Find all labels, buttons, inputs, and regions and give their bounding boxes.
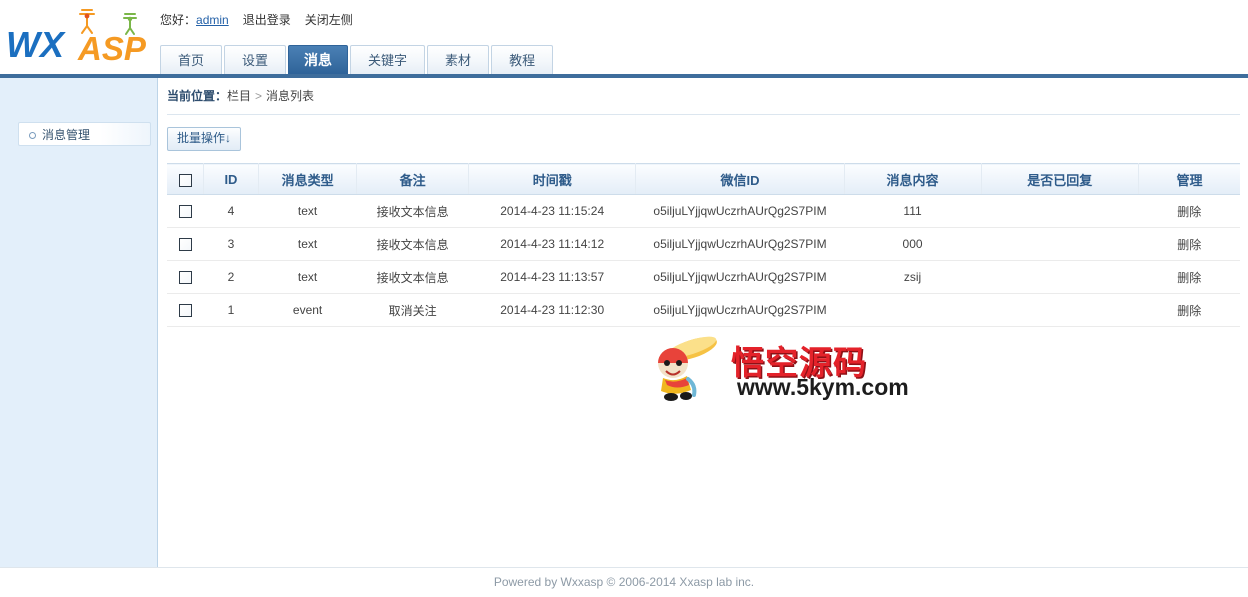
circle-bullet-icon [29, 132, 36, 140]
cell-manage: 删除 [1138, 293, 1240, 327]
sidebar-item-message-management[interactable]: 消息管理 [18, 122, 151, 146]
page-footer: Powered by Wxxasp © 2006-2014 Xxasp lab … [0, 567, 1248, 596]
table-header: ID 消息类型 备注 时间戳 微信ID 消息内容 是否已回复 管理 [167, 163, 1240, 195]
sidebar-item-label: 消息管理 [42, 128, 91, 142]
cell-note: 接收文本信息 [356, 260, 469, 294]
table-row: 3 text 接收文本信息 2014-4-23 11:14:12 o5iljuLYjjq… [167, 227, 1240, 261]
sidebar: 消息管理 [0, 78, 158, 567]
breadcrumb-separator: > [255, 89, 263, 103]
row-checkbox[interactable] [178, 304, 192, 318]
user-bar: 您好：admin 退出登录 关闭左侧 [160, 11, 353, 31]
table-row: 4 text 接收文本信息 2014-4-23 11:15:24 o5iljuLYjjq… [167, 194, 1240, 228]
cell-wechat-id: o5iljuLYjjqwUczrhAUrQg2S7PIM [635, 194, 845, 228]
select-all-checkbox[interactable] [178, 173, 192, 187]
main-tabs: 首页 设置 消息 关键字 素材 教程 [160, 44, 555, 74]
tab-material[interactable]: 素材 [427, 45, 490, 74]
th-timestamp: 时间戳 [468, 163, 637, 195]
watermark-url: www.5kym.com [737, 374, 909, 400]
toolbar: 批量操作↓ [167, 127, 1248, 151]
cell-type: text [258, 227, 357, 261]
cell-replied [981, 293, 1139, 327]
cell-id: 4 [203, 194, 259, 228]
cell-id: 2 [203, 260, 259, 294]
cell-note: 接收文本信息 [356, 194, 469, 228]
cell-note: 取消关注 [356, 293, 469, 327]
content-area: 当前位置：栏目 > 消息列表 批量操作↓ ID 消息类型 备注 时间戳 微信ID… [159, 78, 1248, 567]
table-row: 2 text 接收文本信息 2014-4-23 11:13:57 o5iljuLYjjq… [167, 260, 1240, 294]
watermark: 悟空源码 www.5kym.com [645, 336, 909, 404]
page-body: 消息管理 当前位置：栏目 > 消息列表 批量操作↓ ID 消息类型 备注 时间戳… [0, 78, 1248, 567]
tab-settings[interactable]: 设置 [224, 45, 287, 74]
logo-graphic: WX ASP [6, 9, 147, 67]
th-wechat-id: 微信ID [635, 163, 845, 195]
logout-link[interactable]: 退出登录 [243, 13, 291, 27]
message-table-wrapper: ID 消息类型 备注 时间戳 微信ID 消息内容 是否已回复 管理 4 text 接… [167, 163, 1240, 327]
watermark-text: 悟空源码 [731, 343, 867, 382]
cell-replied [981, 194, 1139, 228]
cell-wechat-id: o5iljuLYjjqwUczrhAUrQg2S7PIM [635, 227, 845, 261]
top-header: WX ASP 您好：admin 退出登录 关闭左侧 首页 设置 消息 关键字 素材 … [0, 0, 1248, 74]
row-select-cell [167, 293, 204, 327]
cell-content: zsij [844, 260, 982, 294]
cell-wechat-id: o5iljuLYjjqwUczrhAUrQg2S7PIM [635, 260, 845, 294]
breadcrumb: 当前位置：栏目 > 消息列表 [167, 78, 1240, 115]
tab-keywords[interactable]: 关键字 [350, 45, 426, 74]
delete-link[interactable]: 删除 [1177, 271, 1201, 285]
breadcrumb-current: 消息列表 [266, 89, 315, 103]
svg-text:ASP: ASP [77, 30, 147, 67]
batch-operation-button[interactable]: 批量操作↓ [167, 127, 242, 151]
footer-text: Powered by Wxxasp © 2006-2014 Xxasp lab … [493, 575, 755, 589]
tab-messages[interactable]: 消息 [288, 45, 349, 74]
cell-replied [981, 260, 1139, 294]
breadcrumb-root[interactable]: 栏目 [227, 89, 251, 103]
th-manage: 管理 [1138, 163, 1240, 195]
cell-timestamp: 2014-4-23 11:12:30 [468, 293, 636, 327]
table-header-row: ID 消息类型 备注 时间戳 微信ID 消息内容 是否已回复 管理 [167, 163, 1240, 195]
delete-link[interactable]: 删除 [1177, 304, 1201, 318]
table-row: 1 event 取消关注 2014-4-23 11:12:30 o5iljuLYjjqw… [167, 293, 1240, 327]
row-checkbox[interactable] [178, 271, 192, 285]
svg-text:WX: WX [6, 24, 66, 65]
cell-manage: 删除 [1138, 194, 1240, 228]
cell-wechat-id: o5iljuLYjjqwUczrhAUrQg2S7PIM [635, 293, 845, 327]
toggle-sidebar-link[interactable]: 关闭左侧 [305, 13, 353, 27]
monkey-king-icon [658, 336, 717, 401]
username-link[interactable]: admin [196, 13, 229, 27]
cell-timestamp: 2014-4-23 11:15:24 [468, 194, 636, 228]
greeting-text: 您好： [160, 13, 197, 27]
cell-type: text [258, 260, 357, 294]
th-note: 备注 [356, 163, 469, 195]
delete-link[interactable]: 删除 [1177, 205, 1201, 219]
th-select-all [167, 163, 205, 195]
cell-replied [981, 227, 1139, 261]
message-table: ID 消息类型 备注 时间戳 微信ID 消息内容 是否已回复 管理 4 text 接… [167, 163, 1240, 327]
th-id: ID [203, 163, 259, 195]
cell-timestamp: 2014-4-23 11:14:12 [468, 227, 636, 261]
th-content: 消息内容 [844, 163, 982, 195]
th-replied: 是否已回复 [981, 163, 1139, 195]
cell-content [844, 293, 982, 327]
cell-content: 000 [844, 227, 982, 261]
cell-note: 接收文本信息 [356, 227, 469, 261]
cell-id: 1 [203, 293, 259, 327]
cell-type: text [258, 194, 357, 228]
row-select-cell [167, 194, 204, 228]
cell-manage: 删除 [1138, 260, 1240, 294]
delete-link[interactable]: 删除 [1177, 238, 1201, 252]
row-checkbox[interactable] [178, 238, 192, 252]
th-type: 消息类型 [258, 163, 358, 195]
row-select-cell [167, 227, 204, 261]
cell-id: 3 [203, 227, 259, 261]
cell-manage: 删除 [1138, 227, 1240, 261]
table-body: 4 text 接收文本信息 2014-4-23 11:15:24 o5iljuLYjjq… [167, 194, 1240, 327]
tab-home[interactable]: 首页 [160, 45, 223, 74]
cell-timestamp: 2014-4-23 11:13:57 [468, 260, 636, 294]
cell-content: 111 [844, 194, 982, 228]
row-checkbox[interactable] [178, 205, 192, 219]
breadcrumb-label: 当前位置： [167, 89, 228, 103]
tab-tutorial[interactable]: 教程 [491, 45, 554, 74]
site-logo[interactable]: WX ASP [4, 4, 160, 72]
row-select-cell [167, 260, 204, 294]
cell-type: event [258, 293, 357, 327]
